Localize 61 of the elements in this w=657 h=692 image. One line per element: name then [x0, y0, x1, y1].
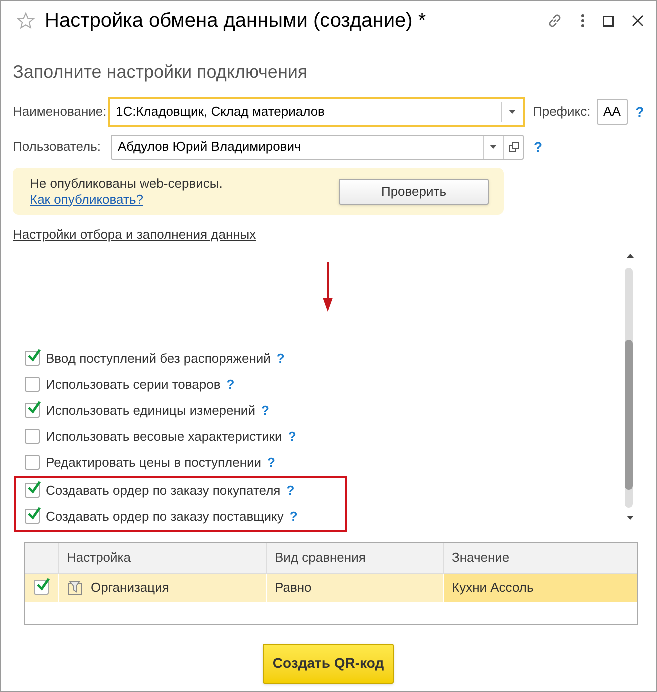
window-title: Настройка обмена данными (создание) * [45, 9, 426, 34]
check-icon [36, 578, 50, 591]
table-row[interactable]: Организация Равно Кухни Ассоль [25, 574, 637, 602]
form-heading: Заполните настройки подключения [12, 61, 309, 84]
help-link[interactable]: ? [534, 136, 543, 158]
input-field[interactable]: 1С:Кладовщик, Склад материалов [108, 97, 525, 127]
dropdown-icon[interactable] [490, 145, 497, 149]
option-label: Редактировать цены в поступлении [46, 454, 262, 472]
help-link[interactable]: ? [286, 480, 295, 500]
checkbox[interactable] [25, 351, 40, 366]
input-field[interactable]: Абдулов Юрий Владимирович [111, 134, 524, 160]
help-link[interactable]: ? [226, 374, 235, 394]
field-label: Префикс: [533, 103, 591, 122]
help-link[interactable]: ? [636, 102, 644, 122]
arrow-drawing [323, 262, 333, 312]
option-label: Создавать ордер по заказу покупателя [46, 482, 281, 500]
checkbox[interactable] [25, 429, 40, 444]
open-icon[interactable] [508, 142, 518, 152]
check-button[interactable]: Проверить [339, 178, 489, 204]
table-cell: Кухни Ассоль [444, 574, 637, 602]
help-link[interactable]: ? [276, 348, 285, 368]
prefix-field[interactable]: АА [596, 99, 628, 125]
table-cell: Организация [59, 574, 267, 602]
option-label: Использовать серии товаров [46, 376, 221, 394]
field-label: Пользователь: [13, 138, 102, 156]
check-icon [27, 349, 41, 362]
star-icon[interactable] [17, 12, 35, 30]
help-link[interactable]: ? [288, 426, 296, 446]
close-icon[interactable] [632, 15, 644, 27]
check-icon [27, 507, 41, 520]
publish-link[interactable]: Как опубликовать? [30, 192, 223, 208]
scroll-up-icon[interactable] [627, 254, 634, 258]
scroll-down-icon[interactable] [627, 516, 634, 520]
option-label: Создавать ордер по заказу поставщику [46, 508, 284, 526]
option-label: Использовать весовые характеристики [46, 428, 282, 446]
checkbox[interactable] [25, 377, 40, 392]
scrollbar-thumb[interactable] [625, 340, 633, 490]
checkbox[interactable] [25, 455, 40, 470]
checkbox[interactable] [34, 580, 49, 595]
help-link[interactable]: ? [290, 506, 298, 526]
help-link[interactable]: ? [261, 400, 270, 420]
section-link[interactable]: Настройки отбора и заполнения данных [13, 225, 256, 244]
field-label: Наименование: [13, 103, 108, 122]
maximize-icon[interactable] [603, 16, 614, 26]
checkbox[interactable] [25, 483, 40, 498]
option-label: Использовать единицы измерений [46, 402, 256, 420]
link-icon[interactable] [547, 13, 563, 29]
more-icon[interactable] [581, 14, 585, 28]
filter-field-icon [67, 580, 83, 596]
create-qr-button[interactable]: Создать QR-код [263, 644, 394, 684]
dropdown-icon[interactable] [509, 110, 516, 114]
column-header[interactable]: Значение [444, 542, 637, 572]
checkbox[interactable] [25, 403, 40, 418]
check-icon [27, 481, 41, 494]
check-icon [27, 401, 41, 414]
column-header[interactable]: Вид сравнения [267, 542, 444, 572]
checkbox[interactable] [25, 509, 40, 524]
option-label: Ввод поступлений без распоряжений [46, 350, 271, 368]
help-link[interactable]: ? [268, 452, 276, 472]
column-header[interactable]: Настройка [59, 542, 267, 572]
notice-text: Не опубликованы web-сервисы. [30, 176, 223, 192]
